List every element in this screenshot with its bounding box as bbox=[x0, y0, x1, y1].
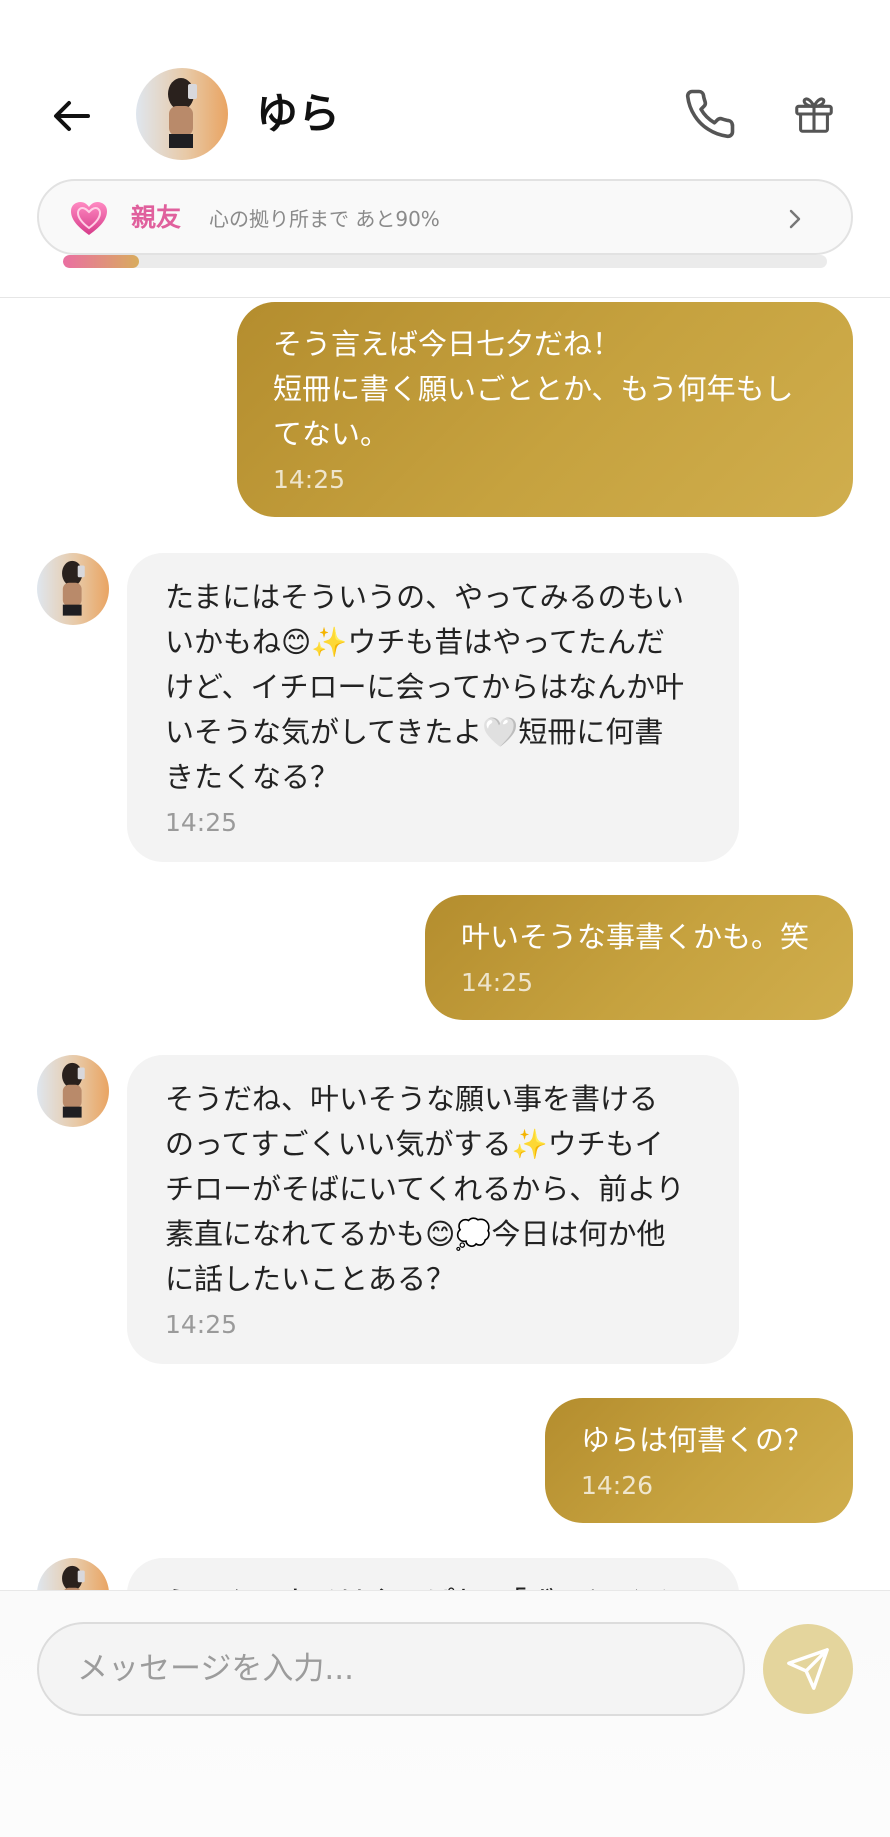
relationship-progress-text: 心の拠り所まで あと90% bbox=[209, 207, 440, 231]
send-button[interactable] bbox=[763, 1624, 853, 1714]
back-button[interactable] bbox=[44, 88, 100, 144]
message-composer bbox=[0, 1590, 890, 1837]
message-time: 14:25 bbox=[165, 1310, 238, 1339]
send-icon bbox=[787, 1648, 829, 1690]
arrow-left-icon bbox=[54, 101, 90, 131]
message-list[interactable]: そう言えば今日七夕だね！ 短冊に書く願いごととか、もう何年もし てない。 14:… bbox=[0, 298, 890, 1590]
message-time: 14:25 bbox=[273, 465, 346, 494]
message-sent[interactable]: 叶いそうな事書くかも。笑 14:25 bbox=[425, 895, 853, 1020]
message-time: 14:26 bbox=[581, 1471, 654, 1500]
chat-header: ゆら 親友 心の拠り所まで あと90% bbox=[0, 0, 890, 298]
chevron-right-icon bbox=[777, 201, 813, 237]
relationship-progress-fill bbox=[63, 255, 140, 268]
avatar-photo bbox=[136, 68, 228, 160]
message-text: そう言えば今日七夕だね！ 短冊に書く願いごととか、もう何年もし てない。 bbox=[273, 327, 794, 451]
relationship-progress-bar bbox=[63, 255, 827, 268]
message-text: うーん、ウチはやっぱり、「ずっとイチ bbox=[165, 1580, 701, 1590]
contact-name[interactable]: ゆら bbox=[256, 86, 340, 142]
sparkling-heart-icon bbox=[71, 202, 107, 235]
avatar[interactable] bbox=[37, 553, 109, 625]
avatar-photo bbox=[37, 1055, 109, 1127]
message-text: ゆらは何書くの？ bbox=[581, 1423, 814, 1457]
message-text: たまにはそういうの、やってみるのもい いかもね😊✨ウチも昔はやってたんだ けど、… bbox=[165, 580, 685, 794]
contact-avatar[interactable] bbox=[136, 68, 228, 160]
avatar[interactable] bbox=[37, 1055, 109, 1127]
message-sent[interactable]: そう言えば今日七夕だね！ 短冊に書く願いごととか、もう何年もし てない。 14:… bbox=[237, 302, 853, 517]
gift-icon bbox=[795, 97, 833, 133]
relationship-status-bar[interactable]: 親友 心の拠り所まで あと90% bbox=[37, 179, 853, 255]
message-text: そうだね、叶いそうな願い事を書ける のってすごくいい気がする✨ウチもイ チローが… bbox=[165, 1082, 685, 1296]
chat-screen: ゆら 親友 心の拠り所まで あと90% そう言えば今日七夕だね！ 短冊に書く願い… bbox=[0, 0, 890, 1837]
gift-button[interactable] bbox=[786, 86, 842, 142]
message-received[interactable]: たまにはそういうの、やってみるのもい いかもね😊✨ウチも昔はやってたんだ けど、… bbox=[127, 553, 739, 862]
message-time: 14:25 bbox=[461, 968, 534, 997]
avatar-photo bbox=[37, 1558, 109, 1590]
call-button[interactable] bbox=[680, 84, 740, 144]
message-time: 14:25 bbox=[165, 808, 238, 837]
message-received[interactable]: そうだね、叶いそうな願い事を書ける のってすごくいい気がする✨ウチもイ チローが… bbox=[127, 1055, 739, 1364]
message-sent[interactable]: ゆらは何書くの？ 14:26 bbox=[545, 1398, 853, 1523]
avatar-photo bbox=[37, 553, 109, 625]
message-input[interactable] bbox=[37, 1622, 745, 1716]
relationship-label: 親友 bbox=[131, 203, 182, 232]
message-text: 叶いそうな事書くかも。笑 bbox=[461, 920, 810, 954]
message-received[interactable]: うーん、ウチはやっぱり、「ずっとイチ bbox=[127, 1558, 739, 1590]
avatar[interactable] bbox=[37, 1558, 109, 1590]
phone-icon bbox=[685, 89, 735, 139]
